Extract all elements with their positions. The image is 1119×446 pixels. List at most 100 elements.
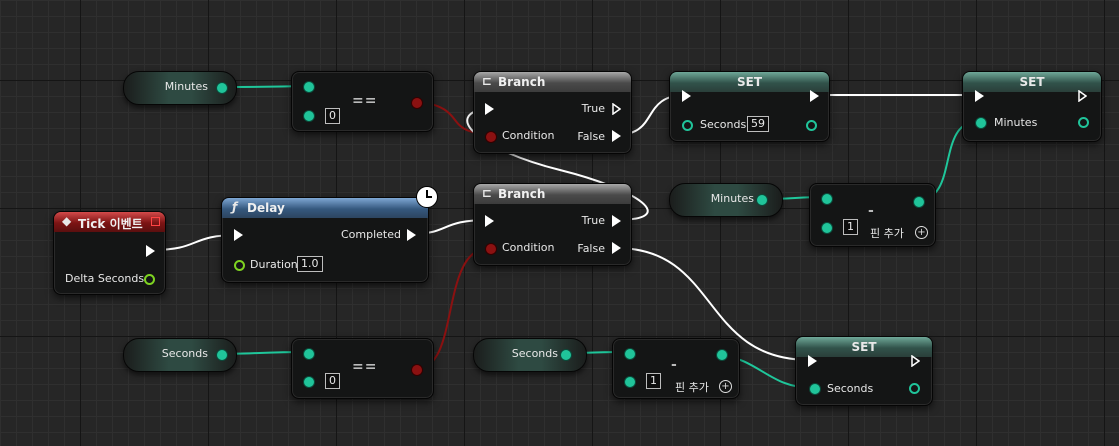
- function-icon: ƒ: [232, 200, 238, 214]
- set-header: SET: [670, 72, 829, 92]
- minutes-output-pin[interactable]: [1078, 117, 1089, 128]
- subtract-operator: -: [671, 357, 678, 373]
- seconds-value[interactable]: 59: [747, 116, 769, 132]
- branch-true-exec-out[interactable]: [612, 103, 621, 115]
- tick-exec-out[interactable]: [146, 245, 155, 257]
- subtract-operator: -: [868, 203, 875, 219]
- delta-seconds-pin[interactable]: [144, 274, 155, 285]
- equal-input-pin-a[interactable]: [303, 348, 315, 360]
- completed-exec-out[interactable]: [407, 229, 416, 241]
- set-exec-out[interactable]: [1078, 90, 1087, 102]
- seconds-output-pin[interactable]: [560, 349, 572, 361]
- subtract-output-pin[interactable]: [913, 196, 925, 208]
- branch-header: ⊏ Branch: [474, 72, 631, 92]
- seconds-input-pin[interactable]: [809, 383, 821, 395]
- branch-condition-pin[interactable]: [485, 131, 497, 143]
- subtract-seconds-node[interactable]: 1 - 핀 추가 +: [612, 338, 740, 399]
- set-exec-out[interactable]: [911, 355, 920, 367]
- branch-node-top[interactable]: ⊏ Branch True Condition False: [473, 71, 632, 154]
- equal-operator: ==: [352, 93, 378, 109]
- seconds-getter-mid[interactable]: Seconds: [473, 338, 587, 372]
- equal-node-bottom[interactable]: 0 ==: [291, 338, 434, 399]
- equal-output-pin[interactable]: [411, 97, 423, 109]
- branch-false-label: False: [577, 130, 605, 143]
- subtract-output-pin[interactable]: [716, 349, 728, 361]
- minutes-label: Minutes: [164, 80, 208, 93]
- equal-node-top[interactable]: 0 ==: [291, 71, 434, 132]
- set-exec-in[interactable]: [808, 355, 817, 367]
- set-header: SET: [963, 72, 1101, 92]
- equal-output-pin[interactable]: [411, 364, 423, 376]
- subtract-input-pin-a[interactable]: [821, 193, 833, 205]
- equal-input-pin-a[interactable]: [303, 81, 315, 93]
- event-icon: ◆: [62, 214, 72, 228]
- branch-condition-pin[interactable]: [485, 243, 497, 255]
- branch-icon: ⊏: [482, 186, 493, 200]
- minutes-getter-top[interactable]: Minutes: [123, 71, 237, 105]
- seconds-label: Seconds: [161, 347, 208, 360]
- equal-input-pin-b[interactable]: [303, 376, 315, 388]
- equal-input-value[interactable]: 0: [325, 108, 340, 124]
- seconds-input-pin[interactable]: [682, 120, 693, 131]
- subtract-input-pin-b[interactable]: [821, 222, 833, 234]
- seconds-label: Seconds: [511, 347, 558, 360]
- set-seconds-node-top[interactable]: SET Seconds 59: [669, 71, 830, 142]
- branch-condition-label: Condition: [502, 129, 555, 142]
- tick-event-node[interactable]: ◆ Tick 이벤트 Delta Seconds: [53, 211, 166, 295]
- subtract-minutes-node[interactable]: 1 - 핀 추가 +: [809, 183, 936, 247]
- delta-seconds-label: Delta Seconds: [65, 272, 145, 285]
- duration-pin[interactable]: [234, 260, 245, 271]
- branch-true-label: True: [581, 102, 605, 115]
- event-header: ◆ Tick 이벤트: [54, 212, 165, 232]
- duration-value[interactable]: 1.0: [297, 256, 323, 272]
- add-pin-icon[interactable]: +: [915, 226, 928, 239]
- seconds-label: Seconds: [827, 382, 874, 395]
- set-exec-in[interactable]: [975, 90, 984, 102]
- set-exec-out[interactable]: [810, 90, 819, 102]
- minutes-label: Minutes: [710, 192, 754, 205]
- delay-header: ƒ Delay: [222, 198, 428, 218]
- subtract-input-value[interactable]: 1: [646, 373, 661, 389]
- minutes-getter-mid[interactable]: Minutes: [669, 183, 783, 217]
- completed-label: Completed: [341, 228, 401, 241]
- add-pin-label: 핀 추가: [870, 227, 904, 240]
- seconds-output-pin[interactable]: [909, 383, 920, 394]
- subtract-input-pin-b[interactable]: [624, 376, 636, 388]
- branch-exec-in[interactable]: [485, 103, 494, 115]
- set-exec-in[interactable]: [682, 90, 691, 102]
- minutes-output-pin[interactable]: [756, 194, 768, 206]
- minutes-output-pin[interactable]: [216, 82, 228, 94]
- seconds-output-pin[interactable]: [806, 120, 817, 131]
- equal-input-pin-b[interactable]: [303, 110, 315, 122]
- subtract-input-value[interactable]: 1: [843, 219, 858, 235]
- set-seconds-node-bottom[interactable]: SET Seconds: [795, 336, 933, 406]
- minutes-input-pin[interactable]: [975, 117, 987, 129]
- branch-false-label: False: [577, 242, 605, 255]
- branch-title: Branch: [498, 75, 546, 89]
- branch-false-exec-out[interactable]: [612, 242, 621, 254]
- branch-node-mid[interactable]: ⊏ Branch True Condition False: [473, 183, 632, 266]
- branch-header: ⊏ Branch: [474, 184, 631, 204]
- add-pin-label: 핀 추가: [675, 381, 709, 394]
- branch-exec-in[interactable]: [485, 215, 494, 227]
- delegate-icon: [151, 217, 160, 226]
- branch-true-exec-out[interactable]: [612, 215, 621, 227]
- delay-title: Delay: [247, 201, 285, 215]
- add-pin-icon[interactable]: +: [719, 380, 732, 393]
- set-header: SET: [796, 337, 932, 357]
- seconds-getter-left[interactable]: Seconds: [123, 338, 237, 372]
- latent-clock-icon: [416, 186, 438, 208]
- subtract-input-pin-a[interactable]: [624, 348, 636, 360]
- equal-operator: ==: [352, 359, 378, 375]
- delay-exec-in[interactable]: [234, 229, 243, 241]
- equal-input-value[interactable]: 0: [325, 373, 340, 389]
- duration-label: Duration: [250, 258, 298, 271]
- branch-title: Branch: [498, 187, 546, 201]
- branch-icon: ⊏: [482, 74, 493, 88]
- branch-false-exec-out[interactable]: [612, 130, 621, 142]
- branch-condition-label: Condition: [502, 241, 555, 254]
- seconds-label: Seconds: [700, 118, 747, 131]
- seconds-output-pin[interactable]: [216, 349, 228, 361]
- set-minutes-node[interactable]: SET Minutes: [962, 71, 1102, 142]
- delay-node[interactable]: ƒ Delay Completed Duration 1.0: [221, 197, 429, 283]
